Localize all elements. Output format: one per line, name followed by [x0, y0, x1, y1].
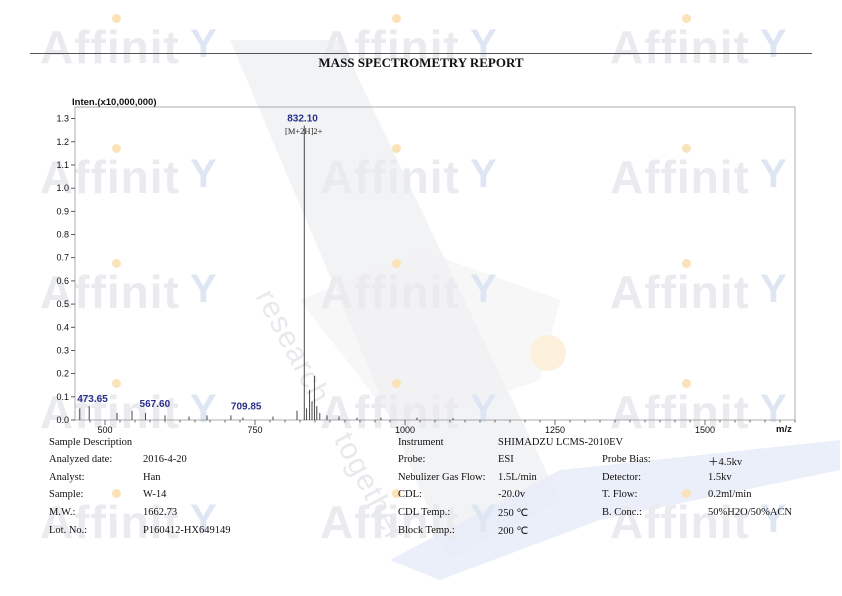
y-tick-label: 0.3 [56, 345, 69, 355]
sample-label: Lot. No.: [49, 525, 88, 536]
sample-label: Analyzed date: [49, 454, 113, 465]
x-tick-label: 1500 [695, 425, 715, 435]
param-value: 200 ℃ [498, 526, 529, 537]
x-tick-label: 750 [247, 425, 262, 435]
param-label: Probe: [398, 454, 426, 465]
plot-frame [74, 106, 796, 421]
param-value: 1.5L/min [498, 472, 537, 483]
peak-label: 832.10 [287, 114, 318, 125]
y-tick-label: 0.2 [56, 369, 69, 379]
x-tick-label: 500 [97, 425, 112, 435]
sample-value: P160412-HX649149 [143, 525, 231, 536]
y-tick-label: 0.5 [56, 299, 69, 309]
param-label: Nebulizer Gas Flow: [398, 472, 486, 483]
y-tick-label: 0.8 [56, 230, 69, 240]
param-value: 1.5kv [708, 472, 732, 483]
x-axis-title: m/z [776, 424, 792, 435]
param-value: 250 ℃ [498, 508, 529, 519]
sample-value: 2016-4-20 [143, 454, 187, 465]
y-tick-label: 1.2 [56, 137, 69, 147]
param-label: Block Temp.: [398, 525, 455, 536]
param-value: ＋4.5kv [708, 457, 743, 468]
x-tick-label: 1250 [545, 425, 565, 435]
y-tick-label: 1.3 [56, 114, 69, 124]
peak-label: 709.85 [231, 401, 262, 412]
param-value: -20.0v [498, 489, 526, 500]
sample-label: Analyst: [49, 472, 85, 483]
sample-value: W-14 [143, 489, 167, 500]
param-value: 0.2ml/min [708, 489, 752, 500]
param-label: Detector: [602, 472, 642, 483]
sample-label: M.W.: [49, 507, 76, 518]
instrument-label: Instrument [398, 437, 444, 448]
y-tick-label: 0.9 [56, 206, 69, 216]
y-tick-label: 0.0 [56, 415, 69, 425]
sample-value: Han [143, 472, 161, 483]
sample-value: 1662.73 [143, 507, 178, 518]
peak-label: 473.65 [77, 394, 108, 405]
x-tick-label: 1000 [395, 425, 415, 435]
param-label: Probe Bias: [602, 454, 651, 465]
sample-heading: Sample Description [49, 437, 133, 448]
y-tick-label: 0.7 [56, 253, 69, 263]
y-tick-label: 1.0 [56, 183, 69, 193]
param-label: CDL: [398, 489, 422, 500]
y-tick-label: 1.1 [56, 160, 69, 170]
y-axis-title: Inten.(x10,000,000) [72, 97, 157, 108]
peak-label: 567.60 [140, 399, 171, 410]
sample-label: Sample: [49, 489, 84, 500]
y-tick-label: 0.6 [56, 276, 69, 286]
param-label: CDL Temp.: [398, 507, 451, 518]
param-value: 50%H2O/50%ACN [708, 507, 792, 518]
param-label: T. Flow: [602, 489, 638, 500]
instrument-name: SHIMADZU LCMS-2010EV [498, 437, 624, 448]
y-tick-label: 0.4 [56, 322, 69, 332]
y-tick-label: 0.1 [56, 392, 69, 402]
param-value: ESI [498, 454, 514, 465]
param-label: B. Conc.: [602, 507, 642, 518]
